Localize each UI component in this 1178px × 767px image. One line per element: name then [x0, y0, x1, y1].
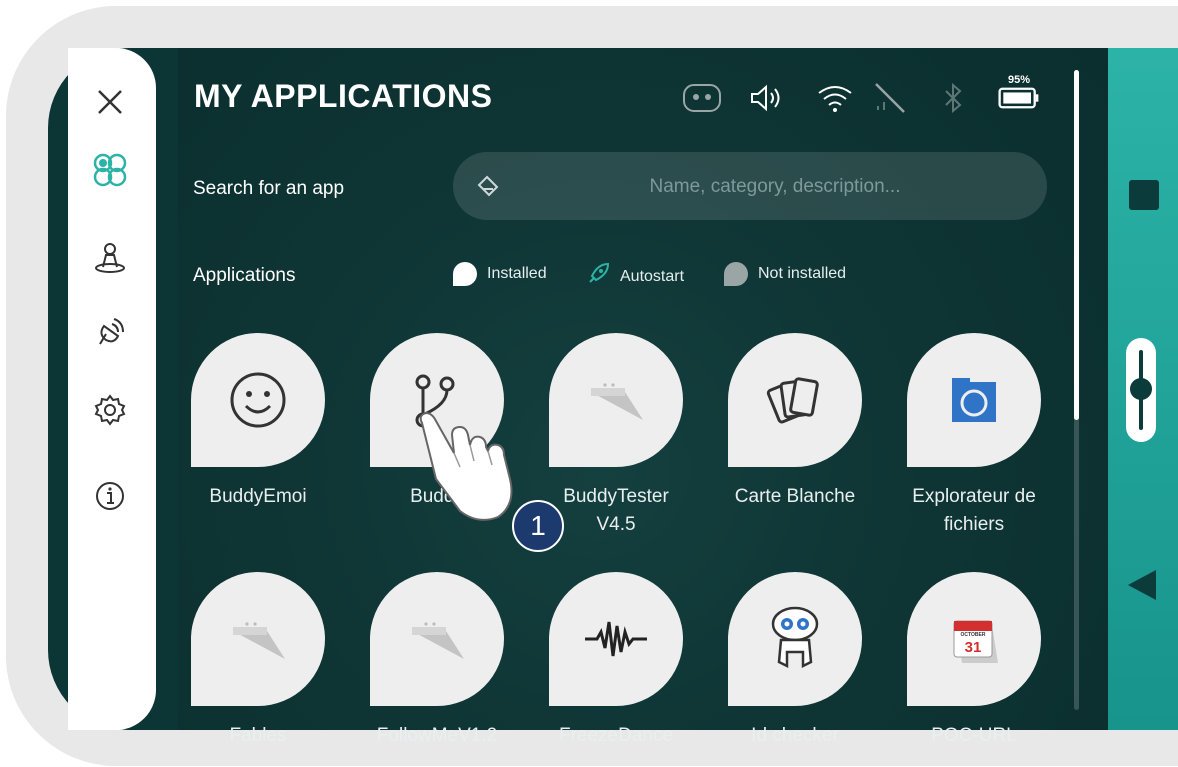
applications-icon[interactable]	[90, 150, 130, 190]
battery-percent: 95%	[1007, 74, 1031, 86]
folder-icon	[952, 378, 996, 422]
wifi-icon	[815, 80, 855, 116]
rocket-icon	[586, 262, 610, 291]
app-icon-shape[interactable]	[728, 572, 862, 706]
bluetooth-icon	[942, 80, 964, 116]
info-icon[interactable]	[90, 476, 130, 516]
app-icon-shape[interactable]	[549, 333, 683, 467]
app-icon-shape[interactable]	[549, 572, 683, 706]
app-name: BuddyTester V4.5	[563, 486, 669, 535]
step-badge: 1	[512, 500, 564, 552]
antenna-icon[interactable]	[90, 312, 130, 352]
page-title: MY APPLICATIONS	[194, 78, 493, 114]
close-icon[interactable]	[90, 82, 130, 122]
calendar-month: OCTOBER	[961, 632, 986, 638]
app-name: FreezeDance	[558, 725, 674, 746]
calendar-day: 31	[965, 639, 982, 656]
app-icon-shape[interactable]	[907, 333, 1041, 467]
placeholder-icon	[412, 622, 464, 659]
app-tile[interactable]: Fables	[191, 572, 325, 750]
not-installed-drop-icon	[724, 262, 748, 286]
app-name: FollowMeV1.2	[376, 725, 498, 746]
app-icon-shape[interactable]	[191, 333, 325, 467]
user-icon[interactable]	[90, 238, 130, 278]
app-name: Explorateur de fichiers	[912, 486, 1036, 535]
waveform-icon	[585, 621, 647, 657]
app-tile[interactable]: Id checker	[728, 572, 862, 750]
search-label: Search for an app	[193, 178, 345, 199]
search-input[interactable]	[513, 152, 1037, 222]
legend-installed: Installed	[453, 262, 547, 286]
app-tile[interactable]: Carte Blanche	[728, 333, 862, 511]
app-tile[interactable]: Explorateur de fichiers	[907, 333, 1041, 539]
cards-icon	[766, 377, 819, 424]
robot-face-icon	[680, 80, 724, 116]
legend-label: Not installed	[758, 265, 847, 282]
legend-not-installed: Not installed	[724, 262, 846, 286]
handle-knob	[1130, 378, 1152, 400]
stop-button[interactable]	[1129, 180, 1159, 210]
installed-drop-icon	[453, 262, 477, 286]
placeholder-icon	[233, 622, 285, 659]
app-icon-shape[interactable]	[728, 333, 862, 467]
app-icon-shape[interactable]	[191, 572, 325, 706]
app-icon-shape[interactable]: OCTOBER 31	[907, 572, 1041, 706]
app-icon-shape[interactable]	[370, 572, 504, 706]
calendar-icon: OCTOBER 31	[953, 620, 998, 663]
section-label: Applications	[193, 265, 296, 286]
app-name: Carte Blanche	[734, 486, 856, 507]
app-tile[interactable]: BuddyTester V4.5	[549, 333, 683, 539]
app-tile[interactable]: FollowMeV1.2	[370, 572, 504, 750]
app-tile[interactable]: BuddyEmoi	[191, 333, 325, 511]
eraser-icon[interactable]	[475, 174, 501, 202]
scrollbar-thumb[interactable]	[1074, 70, 1079, 420]
app-name: Fables	[229, 725, 287, 746]
legend-label: Installed	[487, 265, 547, 282]
legend-label: Autostart	[620, 267, 685, 285]
app-name: POC-URL	[931, 725, 1017, 746]
no-signal-icon	[872, 80, 908, 116]
app-name: BuddyEmoi	[209, 486, 307, 507]
side-handle[interactable]	[1126, 338, 1156, 442]
volume-icon	[748, 80, 788, 116]
robot-icon	[771, 606, 819, 669]
app-tile[interactable]: FreezeDance	[549, 572, 683, 750]
app-tile[interactable]: OCTOBER 31 POC-URL	[907, 572, 1041, 750]
search-box[interactable]	[453, 152, 1047, 222]
smiley-icon	[230, 372, 286, 428]
back-button[interactable]	[1128, 570, 1156, 600]
app-name: Id checker	[751, 725, 839, 746]
settings-icon[interactable]	[90, 390, 130, 430]
placeholder-icon	[591, 383, 643, 420]
battery-icon: 95%	[996, 74, 1042, 110]
legend-autostart: Autostart	[586, 262, 684, 291]
